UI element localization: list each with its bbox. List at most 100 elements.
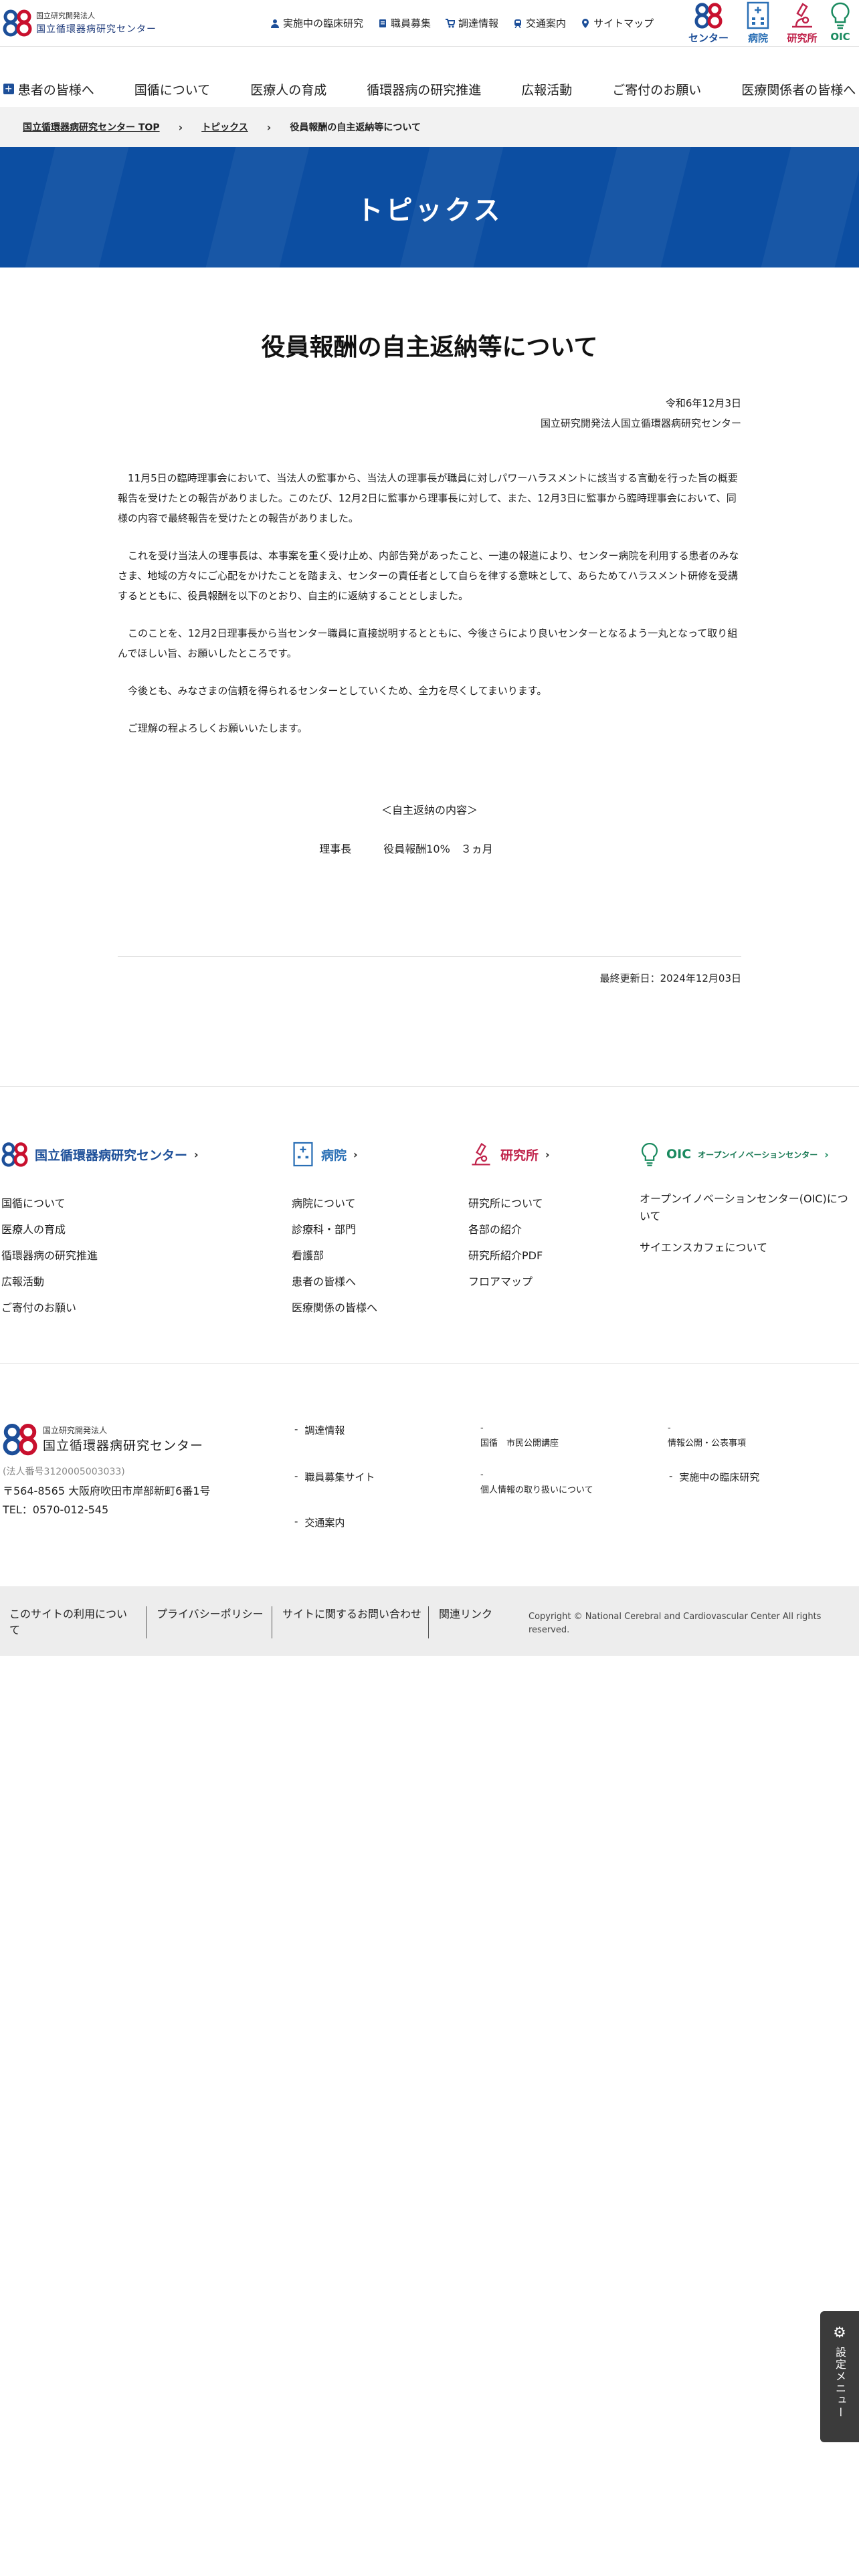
- util-link-sitemap[interactable]: サイトマップ: [581, 16, 654, 30]
- breadcrumb-current: 役員報酬の自主返納等について: [290, 122, 421, 133]
- footer-link[interactable]: 国循について: [1, 1190, 199, 1216]
- util-link-label: 実施中の臨床研究: [283, 17, 364, 29]
- ncvc-logo-icon: [3, 1423, 37, 1456]
- util-link-label: サイトマップ: [593, 17, 654, 29]
- org-name: 国立循環器病研究センター: [43, 1438, 204, 1453]
- footer-link[interactable]: 医療関係の皆様へ: [292, 1295, 377, 1321]
- util-link-recruitment[interactable]: 職員募集: [378, 16, 431, 30]
- gnav-item-research[interactable]: 循環器病の研究推進: [347, 80, 501, 98]
- chevron-right-icon: ›: [353, 1148, 358, 1161]
- chevron-right-icon: ›: [545, 1148, 550, 1161]
- footer-link[interactable]: 循環器病の研究推進: [1, 1243, 199, 1269]
- gnav-item-label: ご寄付のお願い: [612, 82, 702, 98]
- chevron-right-icon: ›: [194, 1148, 199, 1161]
- gnav-item-education[interactable]: 医療人の育成: [230, 80, 347, 98]
- footer-link[interactable]: オープンイノベーションセンター(OIC)について: [640, 1190, 854, 1225]
- footer-link[interactable]: 各部の紹介: [468, 1216, 550, 1243]
- util-link-label: 調達情報: [458, 17, 499, 29]
- gnav-item-label: 医療関係者の皆様へ: [741, 82, 856, 98]
- footer-link-privacy[interactable]: - 個人情報の取り扱いについて: [480, 1470, 593, 1495]
- footer-link-access[interactable]: - 交通案内: [294, 1515, 345, 1529]
- footer-link[interactable]: 看護部: [292, 1243, 377, 1269]
- footer-link[interactable]: ご寄付のお願い: [1, 1295, 199, 1321]
- ncvc-logo-icon: [3, 9, 32, 37]
- ncvc-logo-icon: [694, 3, 723, 29]
- article-paragraph: これを受け当法人の理事長は、本事案を重く受け止め、内部告発があったこと、一連の報…: [118, 550, 739, 602]
- chevron-right-icon: ›: [178, 120, 183, 134]
- lightbulb-icon: [831, 2, 850, 29]
- footer-link[interactable]: 医療人の育成: [1, 1216, 199, 1243]
- banner-title: トピックス: [356, 195, 503, 226]
- bottom-link-related[interactable]: 関連リンク: [439, 1606, 492, 1622]
- footer-col-heading[interactable]: 研究所 ›: [468, 1141, 550, 1168]
- bottom-link-contact[interactable]: サイトに関するお問い合わせ: [282, 1606, 423, 1622]
- gnav-item-about[interactable]: 国循について: [114, 80, 230, 98]
- footer-logo[interactable]: 国立研究開発法人 国立循環器病研究センター: [3, 1422, 210, 1457]
- phone: TEL：0570-012-545: [3, 1503, 109, 1516]
- footer-link[interactable]: フロアマップ: [468, 1269, 550, 1295]
- gear-icon: ⚙: [833, 2325, 846, 2341]
- footer-link[interactable]: 研究所について: [468, 1190, 550, 1216]
- footer-link-recruit-site[interactable]: - 職員募集サイト: [294, 1470, 375, 1484]
- footer-link-public-lecture[interactable]: - 国循 市民公開講座: [480, 1423, 559, 1448]
- footer-col-title: OIC: [666, 1147, 692, 1162]
- util-link-clinical-research[interactable]: 実施中の臨床研究: [270, 16, 363, 30]
- gnav-item-donation[interactable]: ご寄付のお願い: [592, 80, 721, 98]
- divider: [0, 1086, 859, 1087]
- footer-link-clinical-research[interactable]: - 実施中の臨床研究: [669, 1470, 759, 1484]
- plus-icon: +: [3, 84, 14, 94]
- bottom-link-terms[interactable]: このサイトの利用について: [9, 1606, 136, 1638]
- bottom-bar: このサイトの利用について プライバシーポリシー サイトに関するお問い合わせ 関連…: [0, 1586, 859, 1656]
- footer-col-research: 研究所 › 研究所について 各部の紹介 研究所紹介PDF フロアマップ: [468, 1141, 550, 1295]
- site-switch-oic[interactable]: OIC: [822, 1, 859, 43]
- breadcrumb-home[interactable]: 国立循環器病研究センター TOP: [23, 120, 160, 134]
- footer-col-heading[interactable]: 病院 ›: [292, 1141, 377, 1168]
- microscope-icon: [792, 3, 812, 28]
- footer-col-heading[interactable]: OIC オープンイノベーションセンター ›: [640, 1141, 854, 1168]
- bottom-link-privacy[interactable]: プライバシーポリシー: [157, 1606, 264, 1622]
- gnav-item-pr[interactable]: 広報活動: [501, 80, 592, 98]
- footer-col-oic: OIC オープンイノベーションセンター › オープンイノベーションセンター(OI…: [640, 1141, 854, 1261]
- footer-col-title: 研究所: [500, 1148, 539, 1163]
- footer-col-title: 病院: [321, 1148, 347, 1163]
- footer-col-subtitle: オープンイノベーションセンター: [698, 1150, 818, 1160]
- site-switch-label: 病院: [747, 32, 768, 44]
- footer-link-disclosure[interactable]: - 情報公開・公表事項: [668, 1423, 746, 1448]
- article-issuer: 国立研究開発法人国立循環器病研究センター: [540, 417, 741, 429]
- gnav-item-label: 循環器病の研究推進: [367, 82, 482, 98]
- hospital-building-icon: [293, 1142, 313, 1167]
- site-switch-hospital[interactable]: 病院: [735, 1, 781, 45]
- document-icon: [379, 19, 387, 27]
- site-logo[interactable]: 国立研究開発法人 国立循環器病研究センター: [3, 8, 157, 37]
- article-body: 11月5日の臨時理事会において、当法人の監事から、当法人の理事長が職員に対しパワ…: [118, 468, 741, 756]
- site-switch-center[interactable]: センター: [685, 1, 732, 45]
- site-switch-label: センター: [688, 32, 729, 44]
- gnav-item-patients[interactable]: + 患者の皆様へ: [0, 80, 114, 98]
- hospital-building-icon: [747, 1, 769, 29]
- footer-info: 国立研究開発法人 国立循環器病研究センター (法人番号3120005003033…: [3, 1422, 210, 1519]
- site-switch-label: OIC: [830, 31, 850, 43]
- footer-link[interactable]: 広報活動: [1, 1269, 199, 1295]
- footer-link[interactable]: 病院について: [292, 1190, 377, 1216]
- site-header: 国立研究開発法人 国立循環器病研究センター 実施中の臨床研究 職員募集 調達情報…: [0, 0, 859, 47]
- article-meta: 令和6年12月3日 国立研究開発法人国立循環器病研究センター: [541, 393, 741, 433]
- train-icon: [514, 19, 522, 28]
- footer-col-heading[interactable]: 国立循環器病研究センター ›: [1, 1141, 199, 1168]
- org-name: 国立循環器病研究センター: [36, 24, 157, 35]
- site-switch-research[interactable]: 研究所: [779, 1, 826, 45]
- article-title: 役員報酬の自主返納等について: [261, 334, 598, 361]
- util-link-label: 職員募集: [391, 17, 432, 29]
- util-link-access[interactable]: 交通案内: [513, 16, 566, 30]
- util-link-procurement[interactable]: 調達情報: [446, 16, 498, 30]
- global-nav: + 患者の皆様へ 国循について 医療人の育成 循環器病の研究推進 広報活動 ご寄付…: [0, 72, 859, 106]
- footer-link[interactable]: サイエンスカフェについて: [640, 1235, 854, 1261]
- gnav-item-professionals[interactable]: 医療関係者の皆様へ: [721, 80, 859, 98]
- settings-menu-button[interactable]: ⚙ 設定メニュー: [820, 2311, 859, 2442]
- footer-link-procurement[interactable]: - 調達情報: [294, 1423, 345, 1437]
- chevron-right-icon: ›: [266, 120, 272, 134]
- breadcrumb-topics[interactable]: トピックス: [201, 120, 248, 134]
- footer-link[interactable]: 研究所紹介PDF: [468, 1243, 550, 1269]
- footer-link[interactable]: 患者の皆様へ: [292, 1269, 377, 1295]
- refund-heading: ＜自主返納の内容＞: [381, 804, 478, 817]
- footer-link[interactable]: 診療科・部門: [292, 1216, 377, 1243]
